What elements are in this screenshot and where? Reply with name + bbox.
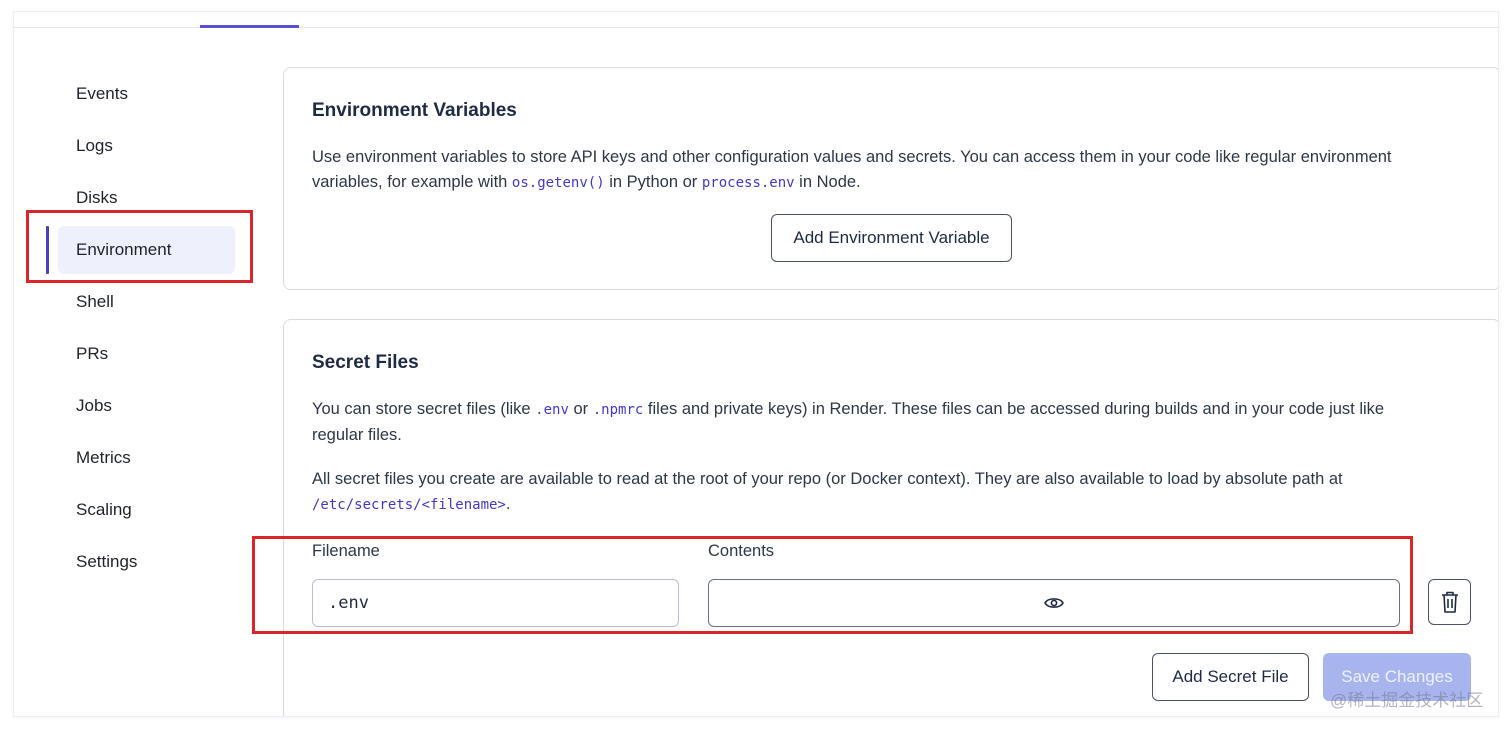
- env-desc-text: variables, for example with: [312, 173, 512, 191]
- env-desc-line-2: variables, for example with os.getenv() …: [312, 170, 1482, 196]
- secret-desc-line-2: regular files.: [312, 426, 402, 444]
- env-desc-text: in Node.: [794, 173, 861, 191]
- sidebar-item-label: Jobs: [76, 396, 112, 415]
- watermark: @稀土掘金技术社区: [1330, 691, 1484, 710]
- sidebar-item-label: Metrics: [76, 448, 131, 467]
- environment-variables-card: Environment Variables Use environment va…: [283, 67, 1498, 290]
- sidebar-item-label: Settings: [76, 552, 138, 571]
- code-npmrc: .npmrc: [592, 402, 644, 418]
- sidebar-item-label: PRs: [76, 344, 109, 363]
- add-secret-file-button[interactable]: Add Secret File: [1152, 653, 1309, 701]
- env-desc-line-1: Use environment variables to store API k…: [312, 148, 1392, 166]
- add-environment-variable-button[interactable]: Add Environment Variable: [771, 214, 1012, 262]
- secret-desc-line-1: You can store secret files (like .env or…: [312, 397, 1482, 423]
- secret-desc-text: or: [568, 400, 593, 418]
- secret-files-path-description: All secret files you create are availabl…: [312, 467, 1482, 518]
- environment-variables-title: Environment Variables: [312, 100, 517, 121]
- code-process-env: process.env: [701, 175, 795, 191]
- sidebar-item-scaling[interactable]: Scaling: [58, 486, 235, 534]
- sidebar-item-metrics[interactable]: Metrics: [58, 434, 235, 482]
- environment-variables-description: Use environment variables to store API k…: [312, 145, 1482, 196]
- sidebar-item-label: Disks: [76, 188, 118, 207]
- annotation-box-environment: [26, 210, 253, 283]
- code-secrets-path: /etc/secrets/<filename>: [312, 497, 506, 513]
- sidebar-item-prs[interactable]: PRs: [58, 330, 235, 378]
- secret-desc-text: You can store secret files (like: [312, 400, 536, 418]
- annotation-box-secret-file: [252, 536, 1413, 634]
- secret-desc-line-4: /etc/secrets/<filename>.: [312, 492, 1482, 518]
- code-os-getenv: os.getenv(): [511, 175, 605, 191]
- secret-files-title: Secret Files: [312, 352, 419, 373]
- sidebar-item-label: Logs: [76, 136, 113, 155]
- sidebar-item-label: Scaling: [76, 500, 132, 519]
- env-desc-text: in Python or: [604, 173, 702, 191]
- sidebar-item-shell[interactable]: Shell: [58, 278, 235, 326]
- app-frame: Events Logs Disks Environment Shell PRs …: [14, 12, 1498, 716]
- sidebar-item-jobs[interactable]: Jobs: [58, 382, 235, 430]
- sidebar-item-label: Shell: [76, 292, 114, 311]
- sidebar-item-label: Events: [76, 84, 128, 103]
- secret-desc-text: files and private keys) in Render. These…: [643, 400, 1385, 418]
- code-env: .env: [535, 402, 569, 418]
- secret-files-card: Secret Files You can store secret files …: [283, 319, 1498, 716]
- secret-desc-text: .: [505, 495, 511, 513]
- top-tab-indicator: [200, 25, 299, 28]
- sidebar-item-settings[interactable]: Settings: [58, 538, 235, 586]
- sidebar-item-logs[interactable]: Logs: [58, 122, 235, 170]
- secret-files-description: You can store secret files (like .env or…: [312, 397, 1482, 448]
- trash-icon: [1440, 590, 1460, 614]
- secret-desc-line-3: All secret files you create are availabl…: [312, 470, 1343, 488]
- delete-secret-file-button[interactable]: [1428, 579, 1471, 625]
- sidebar-item-events[interactable]: Events: [58, 70, 235, 118]
